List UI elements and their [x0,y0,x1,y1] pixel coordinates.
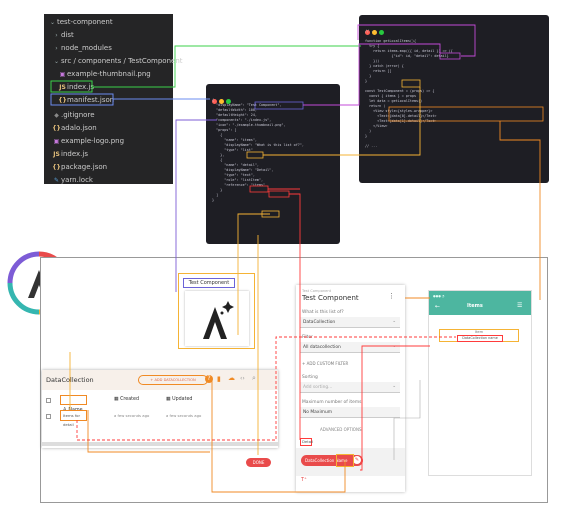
search-icon[interactable]: ⌕ [252,374,256,383]
json-file-icon: {} [58,97,67,104]
updated-column-header[interactable]: ▦ Updated [166,397,192,402]
name-column-header[interactable]: A Name [60,395,87,413]
tree-item-dist[interactable]: › dist [52,30,73,41]
row-checkbox[interactable] [46,414,51,419]
chevron-down-icon: ⌄ [392,319,396,324]
tree-root[interactable]: ⌄ test-component [48,17,113,28]
chevron-right-icon: › [55,32,58,39]
phone-header-title: Items [467,303,483,309]
phone-preview: ●●● ◔ ← Items ☰ Item DataCollection name [428,290,532,476]
tree-item-root-index-js[interactable]: JSindex.js [52,149,88,160]
git-file-icon: ◆ [54,112,59,119]
chevron-down-icon: ⌄ [392,384,396,389]
filter-select[interactable]: All datacollection ⌄ [300,342,400,353]
back-arrow-icon[interactable]: ← [435,303,440,310]
index-js-code-window: // ... function getLocalItems(){ try { re… [359,15,549,183]
horizontal-scrollbar[interactable] [42,442,278,446]
code-line: } [365,134,368,138]
image-file-icon: ▣ [53,138,60,145]
list-of-select[interactable]: DataCollection ⌄ [300,317,400,328]
tree-item-index-js[interactable]: JSindex.js [58,82,94,93]
document-icon[interactable]: ▮ [217,375,221,383]
manifest-code-window: { "displayName": "Test Component", "defa… [206,84,340,244]
tree-item-manifest[interactable]: {}manifest.json [58,95,114,106]
row-name-cell[interactable]: Items for detail [60,410,87,427]
js-file-icon: JS [53,151,60,158]
tree-item-gitignore[interactable]: ◆ .gitignore [52,110,94,121]
row-created-cell: a few seconds ago [114,413,150,418]
thumbnail-card: Test Component [178,273,255,349]
advanced-options-toggle[interactable]: ADVANCED OPTIONS [320,427,362,432]
preview-detail-text: DataCollection name [457,335,503,342]
status-bar-icons: ●●● ◔ [433,294,445,298]
tree-item-package-json[interactable]: {}package.json [52,162,107,173]
tree-item-example-logo[interactable]: ▣ example-logo.png [52,136,124,147]
menu-icon[interactable]: ☰ [517,302,522,309]
done-button[interactable]: DONE [246,458,271,467]
chip-name-highlight [336,454,354,467]
code-line: // ... [365,144,378,148]
code-line: } [212,198,215,202]
select-all-checkbox[interactable] [46,398,51,403]
list-of-label: What is this list of? [302,310,344,315]
editor-subtitle: Test Component [302,289,332,293]
row-updated-cell: a few seconds ago [166,413,202,418]
editor-title: Test Component [302,294,359,302]
chevron-down-icon: ⌄ [392,344,396,349]
code-line: } [365,79,368,83]
js-file-icon: JS [59,84,66,91]
tree-item-yarn-lock[interactable]: ✎ yarn.lock [52,175,93,186]
sorting-select[interactable]: Add sorting... ⌄ [300,382,400,393]
collection-panel: DataCollection + ADD DATACOLLECTION ? ▮ … [42,370,278,448]
code-icon[interactable]: ‹› [240,375,245,382]
cloud-upload-icon[interactable]: ☁ [228,374,235,382]
add-collection-button[interactable]: + ADD DATACOLLECTION [138,375,208,385]
more-options-icon[interactable]: ⋮ [388,292,395,300]
collection-title: DataCollection [46,376,94,384]
help-icon[interactable]: ? [205,375,213,383]
detail-label: Detail [300,438,314,446]
edit-icon[interactable]: ✎ [353,456,361,464]
component-editor-panel: Test Component Test Component ⋮ What is … [296,285,405,492]
maximize-dot-icon[interactable] [379,30,384,35]
thumbnail-caption: Test Component [183,278,235,288]
tree-item-thumbnail[interactable]: ▣ example-thumbnail.png [58,69,151,80]
window-controls [212,89,233,104]
image-file-icon: ▣ [59,71,66,78]
adalo-thumbnail-icon [203,301,234,339]
window-controls [365,20,386,35]
sorting-label: Sorting [302,375,318,380]
thumbnail-image[interactable] [185,291,249,346]
tree-item-adalo-json[interactable]: {}adalo.json [52,123,96,134]
file-tree: ⌄ test-component › dist › node_modules ⌄ src… [44,14,183,186]
yarn-file-icon: ✎ [53,177,60,184]
max-items-label: Maximum number of items [302,400,362,405]
chevron-right-icon: › [55,45,58,52]
created-column-header[interactable]: ▦ Created [114,397,139,402]
json-file-icon: {} [52,125,61,132]
code-line: // ... [365,29,378,33]
chevron-down-icon: ⌄ [53,58,60,65]
tree-item-node-modules[interactable]: › node_modules [52,43,112,54]
filter-label: Filter [302,335,313,340]
add-custom-filter-button[interactable]: + ADD CUSTOM FILTER [302,361,348,366]
json-file-icon: {} [52,164,61,171]
chevron-down-icon: ⌄ [49,19,56,26]
max-items-input[interactable]: No Maximum [300,407,400,418]
magic-text-tag-icon[interactable]: T⁺ [301,477,307,483]
tree-item-src-folder[interactable]: ⌄ src / components / TestComponent [52,56,183,67]
